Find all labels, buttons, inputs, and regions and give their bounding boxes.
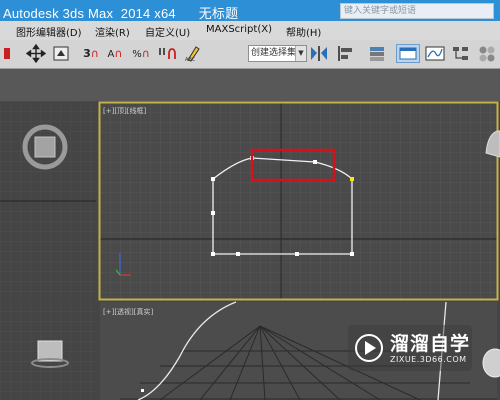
menu-help[interactable]: 帮助(H) (286, 24, 321, 39)
percent-snap-label: % (132, 49, 142, 60)
move-icon[interactable] (26, 44, 46, 63)
watermark-text: 溜溜自学 (390, 333, 471, 355)
scene-explorer-icon[interactable] (396, 44, 420, 63)
partial-tool-icon[interactable] (2, 44, 14, 63)
menu-maxscript[interactable]: MAXScript(X) (206, 24, 272, 35)
edit-named-selection-icon[interactable]: ABC (184, 44, 202, 63)
watermark: 溜溜自学 ZIXUE.3D66.COM (348, 325, 472, 371)
menu-graph-editors[interactable]: 图形编辑器(D) (16, 24, 82, 39)
mirror-icon[interactable] (308, 44, 330, 63)
snap-label: 3 (83, 47, 91, 60)
spinner-snap-icon[interactable] (156, 44, 178, 63)
play-logo-icon (355, 334, 383, 362)
top-view-viewport[interactable] (98, 101, 499, 301)
align-icon[interactable] (336, 44, 356, 63)
menu-rendering[interactable]: 渲染(R) (95, 24, 130, 39)
snap-toggle-icon[interactable]: 3∩ (82, 44, 100, 63)
layer-manager-icon[interactable] (366, 44, 388, 63)
menu-customize[interactable]: 自定义(U) (145, 24, 190, 39)
material-editor-icon[interactable] (477, 44, 497, 63)
svg-text:ABC: ABC (185, 57, 196, 63)
ribbon-strip (0, 69, 500, 101)
perspective-viewport-label[interactable]: [+][透视][真实] (103, 307, 153, 317)
help-search-input[interactable]: 键入关键字或短语 (340, 3, 494, 19)
selection-set-value: 创建选择集 (251, 48, 297, 58)
left-view-viewport[interactable] (0, 101, 96, 300)
watermark-url: ZIXUE.3D66.COM (390, 355, 467, 364)
named-selection-set-dropdown[interactable]: 创建选择集 ▼ (248, 45, 307, 62)
app-title: Autodesk 3ds Max 2014 x64 无标题 (3, 6, 239, 21)
chevron-down-icon: ▼ (295, 46, 306, 61)
place-icon[interactable] (52, 44, 70, 63)
menu-bar: 图形编辑器(D) 渲染(R) 自定义(U) MAXScript(X) 帮助(H) (0, 21, 500, 41)
curve-editor-icon[interactable] (424, 44, 446, 63)
top-viewport-label[interactable]: [+][顶][线框] (103, 106, 146, 116)
title-bar: Autodesk 3ds Max 2014 x64 无标题 键入关键字或短语 (0, 0, 500, 21)
schematic-view-icon[interactable] (450, 44, 472, 63)
angle-snap-icon[interactable]: A∩ (104, 44, 126, 63)
percent-snap-icon[interactable]: %∩ (130, 44, 152, 63)
selected-vertex[interactable] (350, 177, 354, 181)
